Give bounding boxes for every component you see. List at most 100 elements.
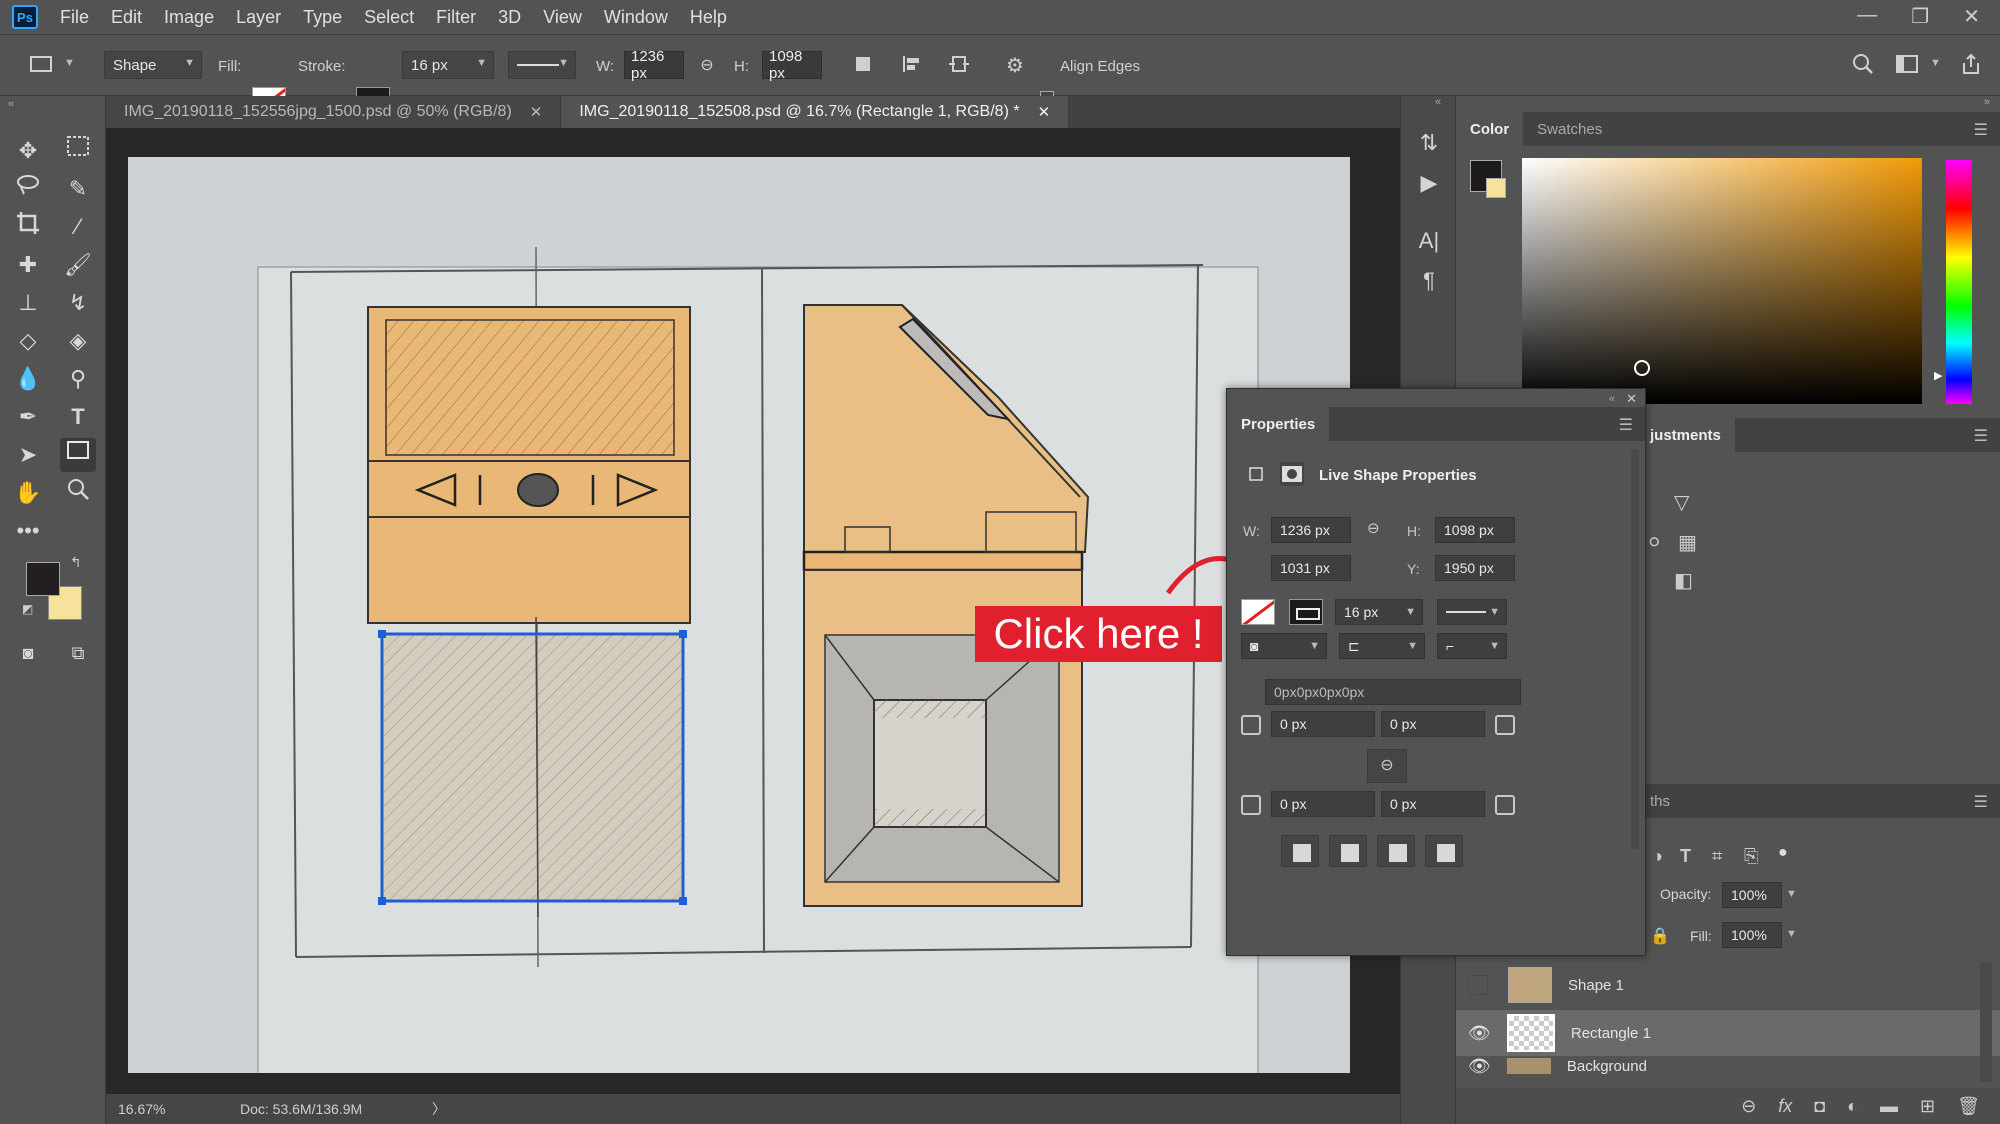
chevron-down-icon[interactable]: ▼ [1786, 888, 1797, 900]
corner-top-left-field[interactable]: 0 px [1271, 711, 1375, 737]
layer-name[interactable]: Background [1567, 1058, 1647, 1074]
foreground-color-swatch-front[interactable] [26, 562, 60, 596]
x-position-field[interactable]: 1031 px [1271, 555, 1351, 581]
color-picker-cursor[interactable] [1634, 360, 1650, 376]
close-window-button[interactable]: ✕ [1963, 4, 1980, 29]
hue-slider[interactable] [1946, 160, 1972, 404]
color-balance-icon[interactable]: ⚪ [1646, 530, 1663, 555]
lock-icon[interactable]: 🔒 [1650, 926, 1670, 946]
layer-row-selected[interactable]: 👁 Rectangle 1 [1456, 1010, 2000, 1056]
gear-icon[interactable]: ⚙ [1002, 53, 1028, 79]
tab-adjustments[interactable]: justments [1636, 418, 1735, 452]
path-alignment-icon[interactable] [898, 53, 924, 79]
quick-mask-icon[interactable]: ◙ [10, 636, 46, 670]
mode-dropdown[interactable]: Shape ▼ [104, 51, 202, 79]
fx-icon[interactable]: fx [1778, 1096, 1792, 1117]
close-icon[interactable]: ✕ [1038, 103, 1051, 121]
rectangle-tool-preset-icon[interactable] [28, 53, 54, 79]
history-brush-tool-icon[interactable]: ↯ [60, 286, 96, 320]
collapse-icon[interactable]: « [8, 98, 14, 110]
paint-bucket-tool-icon[interactable]: ◈ [60, 324, 96, 358]
lasso-tool-icon[interactable] [10, 172, 46, 206]
link-corners-button[interactable]: ⊖ [1367, 749, 1407, 783]
menu-select[interactable]: Select [364, 7, 414, 28]
smart-object-filter-icon[interactable]: ⎘ [1744, 846, 1758, 867]
height-field[interactable]: 1098 px [1435, 517, 1515, 543]
gradient-map-icon[interactable]: ◧ [1674, 568, 1693, 593]
menu-type[interactable]: Type [303, 7, 342, 28]
menu-window[interactable]: Window [604, 7, 668, 28]
healing-brush-tool-icon[interactable]: ✚ [10, 248, 46, 282]
layer-mask-icon[interactable]: ◘ [1814, 1096, 1825, 1117]
brush-tool-icon[interactable]: 🖌 [60, 248, 96, 282]
filter-toggle-icon[interactable]: ● [1778, 844, 1788, 862]
trash-icon[interactable]: 🗑 [1957, 1096, 1980, 1117]
chevron-down-icon[interactable]: ▼ [1930, 57, 1941, 69]
marquee-tool-icon[interactable] [60, 134, 96, 168]
collapse-icon[interactable]: » [1984, 96, 1990, 108]
chevron-down-icon[interactable]: ▼ [1786, 928, 1797, 940]
folder-icon[interactable]: ▬ [1880, 1096, 1898, 1117]
stroke-size-dropdown[interactable]: 16 px ▼ [1335, 599, 1423, 625]
eraser-tool-icon[interactable]: ◇ [10, 324, 46, 358]
adjustment-layer-icon[interactable]: ◐ [1847, 1096, 1858, 1117]
move-tool-icon[interactable]: ✥ [10, 134, 46, 168]
character-panel-icon[interactable]: A| [1415, 228, 1443, 256]
tab-color[interactable]: Color [1456, 112, 1524, 146]
all-corners-field[interactable]: 0px0px0px0px [1265, 679, 1521, 705]
crop-tool-icon[interactable] [10, 210, 46, 244]
opacity-field[interactable]: 100% [1722, 882, 1782, 908]
intersect-shapes-button[interactable] [1377, 835, 1415, 867]
eye-icon[interactable]: 👁 [1468, 1023, 1491, 1044]
menu-edit[interactable]: Edit [111, 7, 142, 28]
status-menu-arrow[interactable]: 〉 [432, 1099, 446, 1119]
background-color-swatch[interactable] [1486, 178, 1506, 198]
link-icon[interactable]: ⊖ [1367, 519, 1380, 537]
layer-name[interactable]: Shape 1 [1568, 977, 1624, 994]
combine-shapes-button[interactable] [1281, 835, 1319, 867]
width-field[interactable]: 1236 px [1271, 517, 1351, 543]
rectangle-tool-icon[interactable] [60, 438, 96, 472]
height-field[interactable]: 1098 px [762, 48, 822, 82]
search-icon[interactable] [1850, 53, 1876, 79]
dodge-tool-icon[interactable]: ⚲ [60, 362, 96, 396]
close-icon[interactable]: ✕ [1626, 391, 1637, 407]
pen-tool-icon[interactable]: ✒ [10, 400, 46, 434]
y-position-field[interactable]: 1950 px [1435, 555, 1515, 581]
stroke-type-dropdown[interactable]: ▼ [1437, 599, 1507, 625]
menu-help[interactable]: Help [690, 7, 727, 28]
corner-top-right-field[interactable]: 0 px [1381, 711, 1485, 737]
type-tool-icon[interactable]: T [60, 400, 96, 434]
stroke-caps-dropdown[interactable]: ⊏ ▼ [1339, 633, 1425, 659]
corner-bottom-right-field[interactable]: 0 px [1381, 791, 1485, 817]
corner-bottom-left-field[interactable]: 0 px [1271, 791, 1375, 817]
menu-view[interactable]: View [543, 7, 582, 28]
type-filter-icon[interactable]: T [1680, 846, 1691, 867]
collapse-icon[interactable]: « [1609, 393, 1615, 405]
stroke-align-dropdown[interactable]: ◙ ▼ [1241, 633, 1327, 659]
menu-3d[interactable]: 3D [498, 7, 521, 28]
panel-menu-icon[interactable]: ☰ [1974, 120, 1988, 140]
share-icon[interactable] [1958, 53, 1984, 79]
stroke-corners-dropdown[interactable]: ⌐ ▼ [1437, 633, 1507, 659]
menu-filter[interactable]: Filter [436, 7, 476, 28]
channel-mixer-icon[interactable]: ▦ [1678, 530, 1697, 555]
panel-menu-icon[interactable]: ☰ [1974, 792, 1988, 812]
path-arrangement-icon[interactable] [946, 53, 972, 79]
path-selection-tool-icon[interactable]: ➤ [10, 438, 46, 472]
quick-selection-tool-icon[interactable]: ✎ [60, 172, 96, 206]
adjustment-filter-icon[interactable]: ◑ [1652, 846, 1663, 867]
stroke-swatch[interactable] [1289, 599, 1323, 625]
screen-mode-icon[interactable]: ⧉ [60, 636, 96, 670]
hue-slider-handle[interactable]: ▶ [1934, 369, 1942, 382]
menu-file[interactable]: File [60, 7, 89, 28]
paragraph-panel-icon[interactable]: ¶ [1415, 268, 1443, 296]
panel-menu-icon[interactable]: ☰ [1619, 415, 1633, 435]
collapse-icon[interactable]: « [1435, 96, 1441, 108]
subtract-front-shape-button[interactable] [1329, 835, 1367, 867]
eyedropper-tool-icon[interactable]: ⁄ [60, 210, 96, 244]
layers-scrollbar[interactable] [1980, 962, 1992, 1082]
layer-row[interactable]: 👁 Background [1456, 1058, 2000, 1074]
default-colors-icon[interactable]: ◩ [22, 602, 33, 616]
new-layer-icon[interactable]: ⊞ [1920, 1096, 1935, 1117]
